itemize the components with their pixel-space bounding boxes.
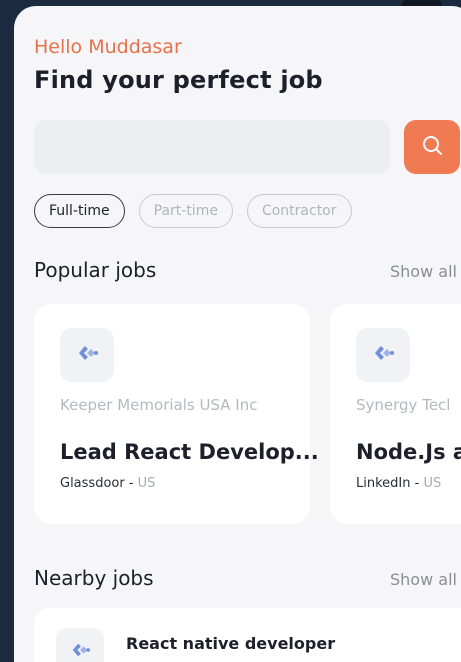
popular-show-all-link[interactable]: Show all	[390, 262, 457, 281]
job-source: LinkedIn - US	[356, 476, 441, 491]
job-location: US	[423, 476, 442, 491]
popular-jobs-title: Popular jobs	[34, 258, 157, 282]
company-name: Synergy Tecl	[356, 396, 451, 414]
job-source-name: LinkedIn	[356, 476, 411, 491]
company-logo	[56, 628, 104, 662]
company-logo-icon	[75, 342, 99, 368]
popular-job-card[interactable]: Keeper Memorials USA Inc Lead React Deve…	[34, 304, 319, 524]
job-title: Lead React Develop...	[60, 440, 319, 464]
source-separator: -	[128, 476, 138, 491]
job-type-filters: Full-time Part-time Contractor	[34, 194, 352, 228]
nearby-job-card[interactable]: React native developer	[34, 608, 461, 662]
popular-job-card[interactable]: Synergy Tecl Node.Js a LinkedIn - US	[330, 304, 461, 524]
company-logo	[356, 328, 410, 382]
job-title: Node.Js a	[356, 440, 461, 464]
company-logo	[60, 328, 114, 382]
job-source: Glassdoor - US	[60, 476, 155, 491]
page-title: Find your perfect job	[34, 66, 323, 94]
search-icon	[421, 134, 443, 160]
filter-contractor[interactable]: Contractor	[246, 194, 352, 228]
job-source-name: Glassdoor	[60, 476, 125, 491]
app-screen: Hello Muddasar Find your perfect job Ful…	[14, 6, 461, 662]
company-logo-icon	[371, 342, 395, 368]
nearby-jobs-title: Nearby jobs	[34, 566, 154, 590]
nearby-job-title: React native developer	[126, 634, 336, 653]
greeting-text: Hello Muddasar	[34, 36, 182, 58]
filter-part-time[interactable]: Part-time	[138, 194, 233, 228]
search-button[interactable]	[404, 120, 460, 174]
filter-full-time[interactable]: Full-time	[34, 194, 125, 228]
job-location: US	[137, 476, 156, 491]
company-name: Keeper Memorials USA Inc	[60, 396, 258, 414]
search-input[interactable]	[34, 120, 390, 174]
nearby-show-all-link[interactable]: Show all	[390, 570, 457, 589]
company-logo-icon	[69, 640, 91, 662]
